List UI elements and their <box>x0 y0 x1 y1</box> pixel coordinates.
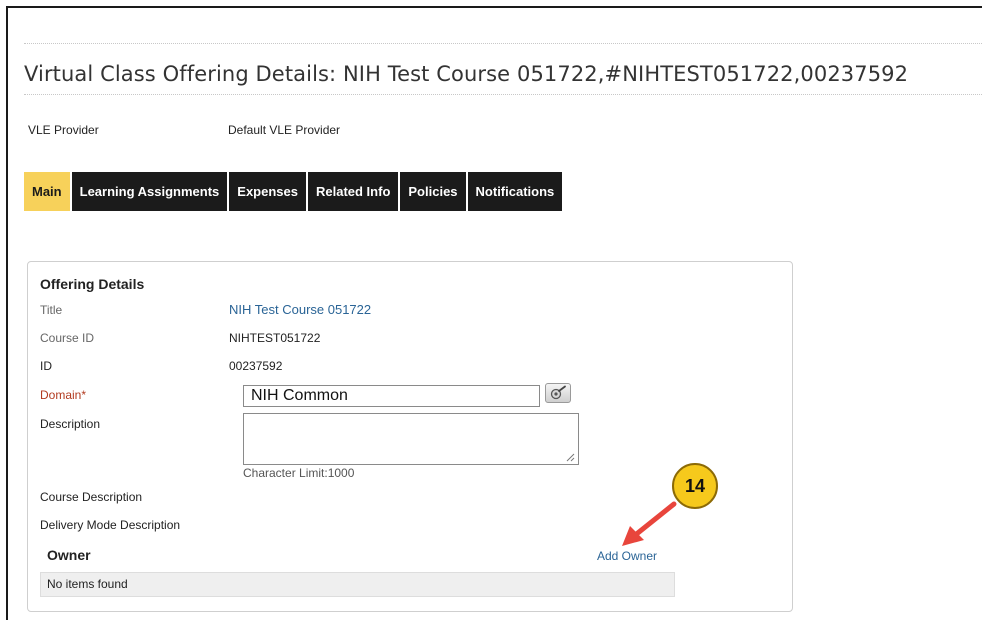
course-description-label: Course Description <box>40 490 143 504</box>
tab-related-info[interactable]: Related Info <box>307 172 399 211</box>
owner-empty-row: No items found <box>40 572 675 597</box>
character-limit-note: Character Limit:1000 <box>243 466 355 480</box>
description-label: Description <box>40 417 101 431</box>
course-title-link[interactable]: NIH Test Course 051722 <box>229 302 371 317</box>
domain-field[interactable] <box>243 385 540 407</box>
title-divider <box>24 94 982 95</box>
vle-provider-value: Default VLE Provider <box>228 123 341 137</box>
id-label: ID <box>40 359 52 373</box>
search-picker-icon[interactable] <box>545 383 571 403</box>
vle-provider-label: VLE Provider <box>28 123 99 137</box>
step-badge: 14 <box>672 463 718 509</box>
tab-learning-assignments[interactable]: Learning Assignments <box>71 172 228 211</box>
tab-bar: Main Learning Assignments Expenses Relat… <box>24 172 563 211</box>
tab-main[interactable]: Main <box>24 172 70 211</box>
course-id-value: NIHTEST051722 <box>229 331 321 345</box>
step-number: 14 <box>684 475 706 496</box>
search-picker-icon-glyph <box>550 385 566 400</box>
page-title: Virtual Class Offering Details: NIH Test… <box>24 62 909 86</box>
resize-grip-icon[interactable] <box>565 452 575 462</box>
id-value: 00237592 <box>229 359 283 373</box>
course-id-label: Course ID <box>40 331 95 345</box>
offering-details-heading: Offering Details <box>40 276 145 292</box>
description-textarea[interactable] <box>243 413 579 465</box>
title-label: Title <box>40 303 63 317</box>
tab-expenses[interactable]: Expenses <box>229 172 306 211</box>
add-owner-link[interactable]: Add Owner <box>597 549 657 563</box>
owner-heading: Owner <box>47 547 91 563</box>
annotation-arrow-icon <box>622 501 677 546</box>
tab-notifications[interactable]: Notifications <box>467 172 563 211</box>
header-divider <box>24 43 982 44</box>
tab-policies[interactable]: Policies <box>400 172 466 211</box>
delivery-mode-description-label: Delivery Mode Description <box>40 518 181 532</box>
domain-label: Domain* <box>40 388 87 402</box>
